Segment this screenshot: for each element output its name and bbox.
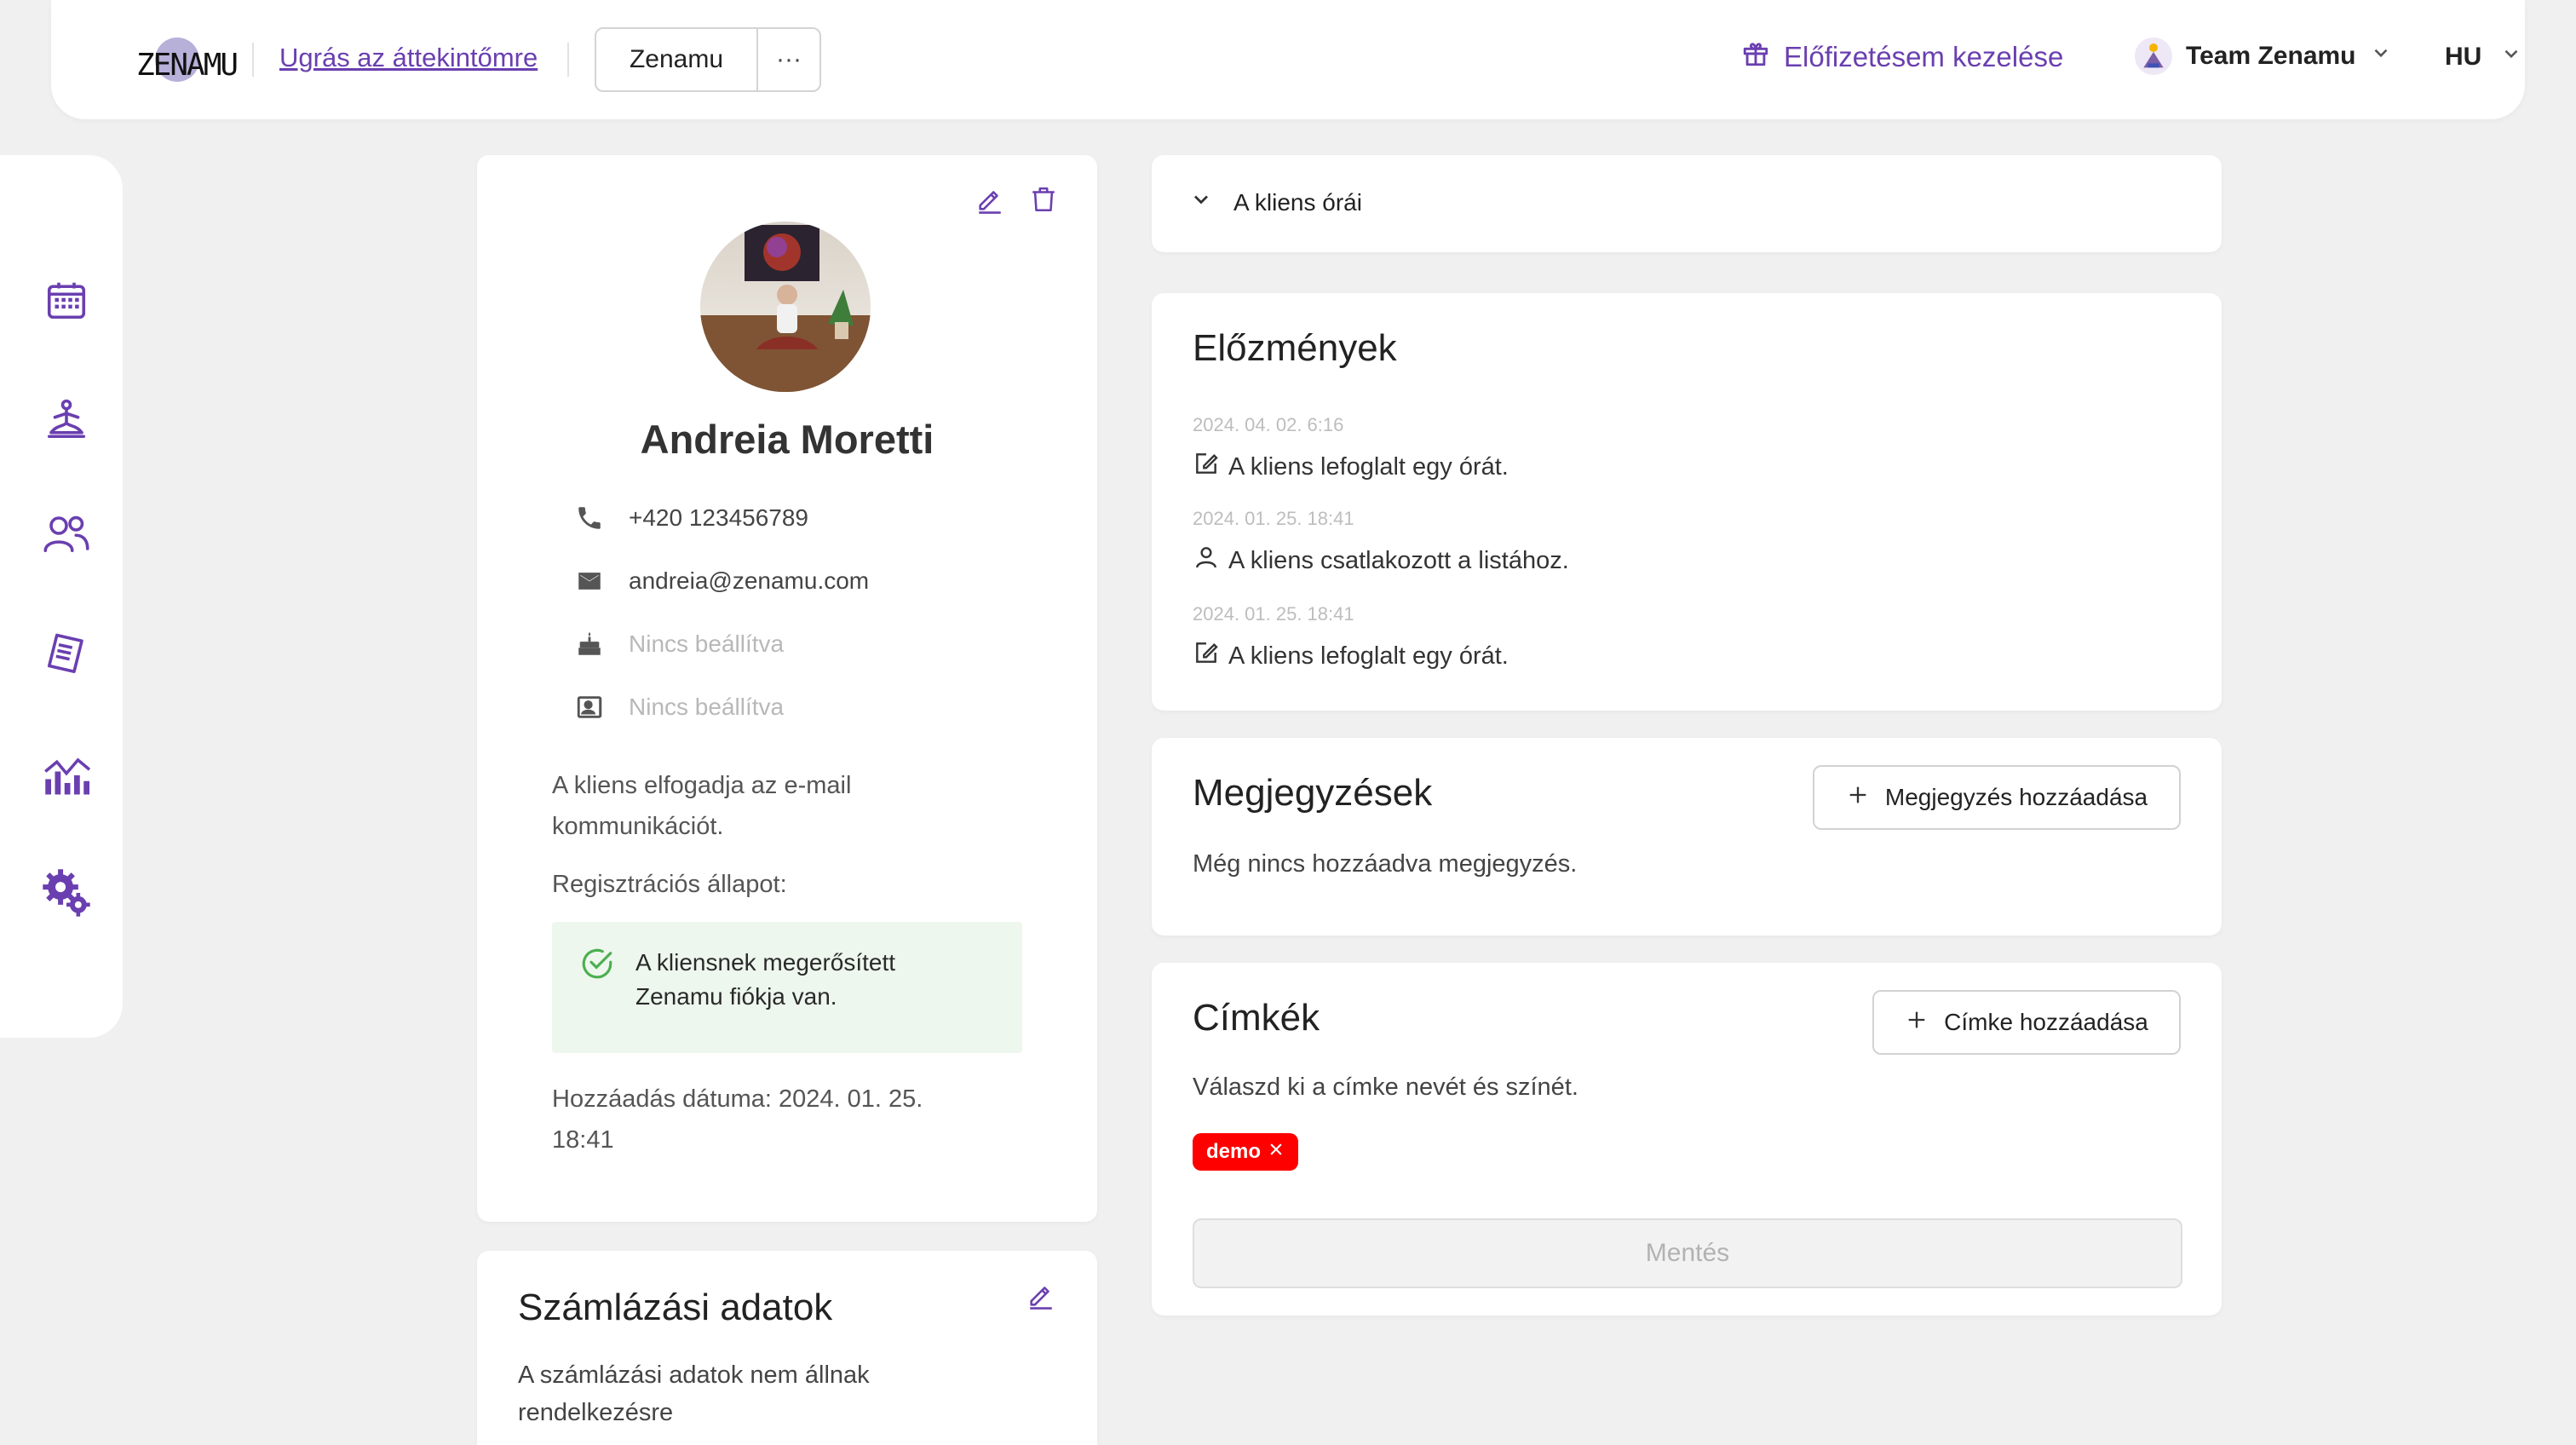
language-switcher[interactable]: HU — [2445, 43, 2522, 72]
email-row: andreia@zenamu.com — [572, 564, 869, 598]
history-time: 2024. 01. 25. 18:41 — [1193, 603, 1354, 625]
billing-text: A számlázási adatok nem állnak rendelkez… — [518, 1362, 870, 1426]
contact-card-icon — [572, 690, 607, 724]
phone-icon — [572, 501, 607, 535]
close-icon[interactable] — [1268, 1140, 1285, 1164]
edit-square-icon — [1193, 450, 1220, 484]
yoga-icon[interactable] — [41, 394, 92, 445]
team-switcher[interactable]: Team Zenamu — [2135, 37, 2392, 75]
notes-title: Megjegyzések — [1193, 772, 1433, 814]
studio-button[interactable]: Zenamu — [596, 29, 758, 90]
id-card-value: Nincs beállítva — [629, 694, 785, 720]
chevron-down-icon — [2370, 42, 2392, 71]
team-avatar — [2135, 37, 2172, 75]
settings-icon[interactable] — [41, 867, 92, 918]
edit-icon[interactable] — [1022, 1276, 1060, 1314]
notes-empty-text: Még nincs hozzáadva megjegyzés. — [1193, 850, 1578, 878]
add-tag-button[interactable]: Címke hozzáadása — [1872, 990, 2181, 1055]
user-icon — [1193, 544, 1220, 578]
team-name: Team Zenamu — [2186, 42, 2356, 70]
client-avatar — [700, 222, 871, 392]
history-entry: A kliens lefoglalt egy órát. — [1193, 639, 1509, 673]
delete-icon[interactable] — [1025, 181, 1062, 218]
manage-subscription-label: Előfizetésem kezelése — [1784, 41, 2064, 72]
cake-icon — [572, 627, 607, 661]
plus-icon — [1905, 1008, 1929, 1038]
history-title: Előzmények — [1193, 327, 1397, 369]
manage-subscription-button[interactable]: Előfizetésem kezelése — [1741, 39, 2063, 75]
history-time: 2024. 01. 25. 18:41 — [1193, 508, 1354, 529]
sidebar — [0, 155, 123, 1038]
chevron-down-icon — [2500, 43, 2522, 72]
client-classes-section[interactable]: A kliens órái — [1152, 155, 2222, 252]
tag-label: demo — [1206, 1140, 1262, 1163]
birthday-row: Nincs beállítva — [572, 627, 784, 661]
id-card-row: Nincs beállítva — [572, 690, 784, 724]
gift-icon — [1741, 39, 1770, 75]
check-circle-icon — [579, 946, 615, 1029]
plus-icon — [1846, 783, 1870, 813]
more-options-button[interactable]: ··· — [758, 29, 819, 90]
zenamu-logo[interactable]: ZENAMU — [136, 37, 239, 85]
history-entry: A kliens csatlakozott a listához. — [1193, 544, 1569, 578]
registration-label: Regisztrációs állapot: — [552, 871, 787, 898]
email-address: andreia@zenamu.com — [629, 567, 870, 594]
top-bar: ZENAMU Ugrás az áttekintőmre Zenamu ··· … — [51, 0, 2525, 119]
add-note-button[interactable]: Megjegyzés hozzáadása — [1813, 765, 2181, 830]
tags-card: Címkék Címke hozzáadása Válaszd ki a cím… — [1152, 963, 2222, 1315]
client-name: Andreia Moretti — [640, 417, 934, 462]
notes-card: Megjegyzések Megjegyzés hozzáadása Még n… — [1152, 738, 2222, 936]
divider — [252, 43, 254, 77]
billing-title: Számlázási adatok — [518, 1287, 833, 1328]
billing-card: Számlázási adatok A számlázási adatok ne… — [477, 1251, 1097, 1445]
added-date-text: Hozzáadás dátuma: 2024. 01. 25. 18:41 — [552, 1085, 923, 1154]
history-entry: A kliens lefoglalt egy órát. — [1193, 450, 1509, 484]
edit-square-icon — [1193, 639, 1220, 673]
jump-to-overview-link[interactable]: Ugrás az áttekintőmre — [279, 43, 538, 73]
clients-icon[interactable] — [41, 508, 92, 559]
save-button[interactable]: Mentés — [1193, 1218, 2182, 1288]
client-profile-card: Andreia Moretti +420 123456789 andreia@z… — [477, 155, 1097, 1222]
divider — [567, 43, 569, 77]
chevron-down-icon — [1189, 187, 1213, 217]
registration-status-box: A kliensnek megerősített Zenamu fiókja v… — [552, 922, 1022, 1053]
history-card: Előzmények 2024. 04. 02. 6:16 A kliens l… — [1152, 293, 2222, 711]
statistics-icon[interactable] — [41, 750, 92, 801]
tags-title: Címkék — [1193, 997, 1320, 1039]
logo-text: ZENAMU — [136, 48, 239, 83]
phone-row: +420 123456789 — [572, 501, 808, 535]
registration-status-text: A kliensnek megerősített Zenamu fiókja v… — [635, 949, 896, 1010]
phone-number: +420 123456789 — [629, 504, 808, 531]
mail-icon — [572, 564, 607, 598]
history-time: 2024. 04. 02. 6:16 — [1193, 414, 1344, 435]
calendar-icon[interactable] — [41, 274, 92, 325]
invoices-icon[interactable] — [41, 629, 92, 680]
birthday-value: Nincs beállítva — [629, 630, 785, 657]
tag-chip[interactable]: demo — [1193, 1133, 1299, 1171]
studio-button-group: Zenamu ··· — [595, 27, 821, 92]
add-tag-label: Címke hozzáadása — [1944, 1009, 2148, 1035]
add-note-label: Megjegyzés hozzáadása — [1884, 784, 2148, 810]
edit-icon[interactable] — [971, 181, 1009, 218]
tags-hint: Válaszd ki a címke nevét és színét. — [1193, 1074, 1578, 1101]
language-code: HU — [2445, 43, 2482, 71]
email-consent-text: A kliens elfogadja az e-mail kommunikáci… — [552, 772, 852, 840]
client-classes-title: A kliens órái — [1233, 188, 1362, 216]
client-classes-toggle[interactable]: A kliens órái — [1189, 187, 1362, 217]
